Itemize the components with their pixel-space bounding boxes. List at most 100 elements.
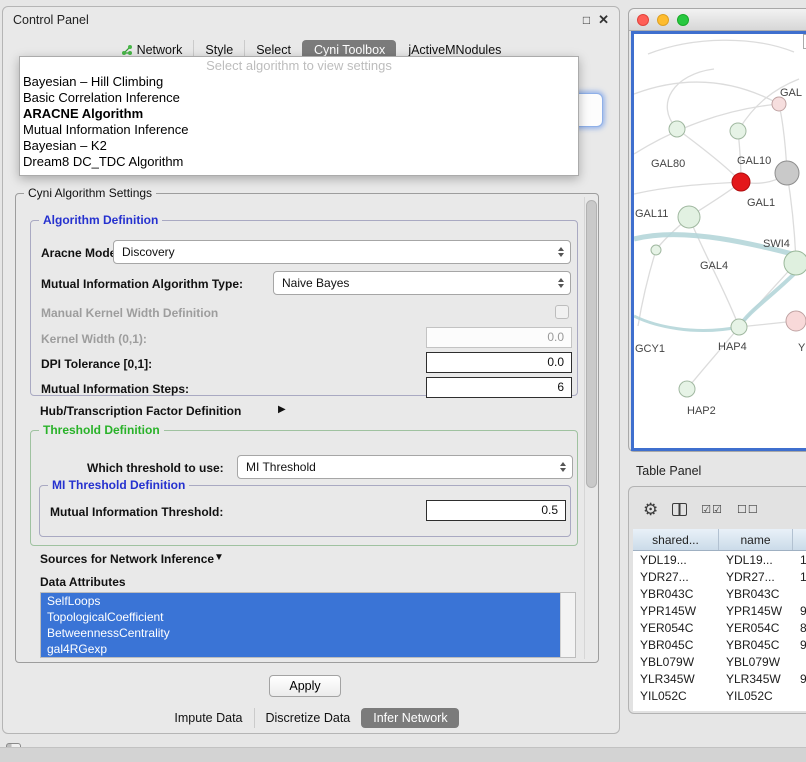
- list-item-gal4rgexp[interactable]: gal4RGexp: [41, 641, 560, 657]
- menu-item-bayesian-hill-climbing[interactable]: Bayesian – Hill Climbing: [20, 74, 578, 90]
- node-circle[interactable]: [731, 319, 747, 335]
- network-canvas[interactable]: GAL GAL80 GAL10 GAL11 GAL1 SWI4 GAL4 GCY…: [631, 31, 806, 451]
- combo-arrows-icon: [554, 462, 572, 472]
- manual-kernel-width-checkbox[interactable]: [555, 305, 569, 319]
- cell-name: YIL052C: [719, 689, 793, 703]
- tab-impute-data[interactable]: Impute Data: [163, 708, 253, 728]
- tab-infer-network[interactable]: Infer Network: [361, 708, 458, 728]
- node-label: GAL: [780, 87, 802, 99]
- column-header-extra[interactable]: [793, 529, 806, 550]
- float-window-icon[interactable]: □: [583, 14, 590, 26]
- node-circle[interactable]: [786, 311, 806, 331]
- node-label: GAL1: [747, 197, 775, 209]
- which-threshold-select[interactable]: MI Threshold: [237, 455, 573, 479]
- cyni-algorithm-settings-group: Cyni Algorithm Settings Algorithm Defini…: [15, 193, 599, 663]
- cell-shared-name: YBR043C: [633, 587, 719, 601]
- list-item-selfloops[interactable]: SelfLoops: [41, 593, 560, 609]
- node-circle[interactable]: [784, 251, 806, 275]
- settings-scrollbar[interactable]: [584, 197, 597, 659]
- column-header-shared-name[interactable]: shared...: [633, 529, 719, 550]
- tab-label: Infer Network: [373, 711, 447, 725]
- menu-item-aracne[interactable]: ARACNE Algorithm: [20, 106, 578, 122]
- gear-icon[interactable]: ⚙: [643, 501, 658, 518]
- table-row[interactable]: YER054C YER054C 8.: [633, 619, 806, 636]
- cell-shared-name: YBR045C: [633, 638, 719, 652]
- table-row[interactable]: YLR345W YLR345W 9.: [633, 670, 806, 687]
- scrollbar-thumb[interactable]: [586, 200, 597, 488]
- mi-threshold-label: Mutual Information Threshold:: [50, 505, 223, 519]
- hub-definition-label: Hub/Transcription Factor Definition: [40, 404, 241, 418]
- node-label: HAP4: [718, 341, 747, 353]
- mi-steps-field[interactable]: 6: [426, 377, 572, 398]
- node-circle[interactable]: [678, 206, 700, 228]
- desktop-bottom-strip: [0, 747, 806, 762]
- node-circle[interactable]: [772, 97, 786, 111]
- cell-shared-name: YDL19...: [633, 553, 719, 567]
- menu-item-dream8[interactable]: Dream8 DC_TDC Algorithm: [20, 154, 578, 170]
- mi-type-label: Mutual Information Algorithm Type:: [41, 277, 243, 291]
- close-traffic-light-icon[interactable]: [637, 14, 649, 26]
- table-row[interactable]: YIL052C YIL052C: [633, 687, 806, 704]
- zoom-traffic-light-icon[interactable]: [677, 14, 689, 26]
- control-panel-titlebar: Control Panel □ ✕: [3, 7, 619, 33]
- mi-steps-label: Mutual Information Steps:: [41, 382, 189, 396]
- node-circle[interactable]: [651, 245, 661, 255]
- menu-item-basic-correlation[interactable]: Basic Correlation Inference: [20, 90, 578, 106]
- minimize-traffic-light-icon[interactable]: [657, 14, 669, 26]
- node-label: GAL11: [635, 208, 668, 220]
- node-circle[interactable]: [679, 381, 695, 397]
- cell-name: YDR27...: [719, 570, 793, 584]
- table-toolbar: ⚙ ☑☑ ☐☐: [643, 495, 759, 523]
- tab-label: Discretize Data: [266, 711, 351, 725]
- node-circle[interactable]: [775, 161, 799, 185]
- node-circle-selected[interactable]: [732, 173, 750, 191]
- cell-shared-name: YBL079W: [633, 655, 719, 669]
- tab-label: jActiveMNodules: [408, 43, 501, 57]
- list-item-betweennesscentrality[interactable]: BetweennessCentrality: [41, 625, 560, 641]
- dpi-tolerance-field[interactable]: 0.0: [426, 352, 572, 373]
- mi-threshold-definition-group: MI Threshold Definition Mutual Informati…: [39, 485, 571, 537]
- list-item-topologicalcoefficient[interactable]: TopologicalCoefficient: [41, 609, 560, 625]
- kernel-width-field[interactable]: 0.0: [426, 327, 572, 348]
- algorithm-definition-group: Algorithm Definition Aracne Mode: Discov…: [30, 220, 578, 396]
- aracne-mode-select[interactable]: Discovery: [113, 240, 571, 264]
- network-window-titlebar[interactable]: [629, 9, 806, 31]
- hub-collapse-arrow-icon[interactable]: ▶: [278, 404, 286, 415]
- group-title: Threshold Definition: [39, 423, 164, 437]
- cell-shared-name: YER054C: [633, 621, 719, 635]
- table-row[interactable]: YBR043C YBR043C: [633, 585, 806, 602]
- close-window-icon[interactable]: ✕: [598, 14, 609, 26]
- menu-item-bayesian-k2[interactable]: Bayesian – K2: [20, 138, 578, 154]
- cell-name: YBR045C: [719, 638, 793, 652]
- cell-extra: 13: [793, 553, 806, 567]
- mi-threshold-field[interactable]: 0.5: [426, 500, 566, 521]
- network-graph: GAL GAL80 GAL10 GAL11 GAL1 SWI4 GAL4 GCY…: [634, 34, 806, 448]
- network-view-window: GAL GAL80 GAL10 GAL11 GAL1 SWI4 GAL4 GCY…: [628, 8, 806, 452]
- deselect-all-checkboxes-icon[interactable]: ☐☐: [737, 503, 759, 516]
- table-row[interactable]: YPR145W YPR145W 9.: [633, 602, 806, 619]
- combo-arrows-icon: [552, 278, 570, 288]
- table-row[interactable]: YBL079W YBL079W: [633, 653, 806, 670]
- network-icon: [121, 44, 133, 56]
- node-circle[interactable]: [730, 123, 746, 139]
- node-table: shared... name YDL19... YDL19... 13 YDR2…: [633, 529, 806, 711]
- table-row[interactable]: YDR27... YDR27... 12: [633, 568, 806, 585]
- columns-icon[interactable]: [672, 503, 687, 516]
- menu-item-mutual-information[interactable]: Mutual Information Inference: [20, 122, 578, 138]
- node-circle[interactable]: [669, 121, 685, 137]
- apply-button[interactable]: Apply: [269, 675, 341, 697]
- tab-discretize-data[interactable]: Discretize Data: [254, 708, 362, 728]
- table-row[interactable]: YBR045C YBR045C 9.: [633, 636, 806, 653]
- table-row[interactable]: YDL19... YDL19... 13: [633, 551, 806, 568]
- list-scrollbar[interactable]: [560, 593, 575, 657]
- cell-extra: 12: [793, 570, 806, 584]
- tab-label: Impute Data: [174, 711, 242, 725]
- threshold-definition-group: Threshold Definition Which threshold to …: [30, 430, 578, 546]
- sources-expand-arrow-icon[interactable]: ▼: [214, 552, 224, 563]
- cell-extra: 8.: [793, 621, 806, 635]
- table-panel-title: Table Panel: [636, 464, 701, 478]
- column-header-name[interactable]: name: [719, 529, 793, 550]
- aracne-mode-label: Aracne Mode:: [41, 246, 120, 260]
- mi-algorithm-type-select[interactable]: Naive Bayes: [273, 271, 571, 295]
- select-all-checkboxes-icon[interactable]: ☑☑: [701, 503, 723, 516]
